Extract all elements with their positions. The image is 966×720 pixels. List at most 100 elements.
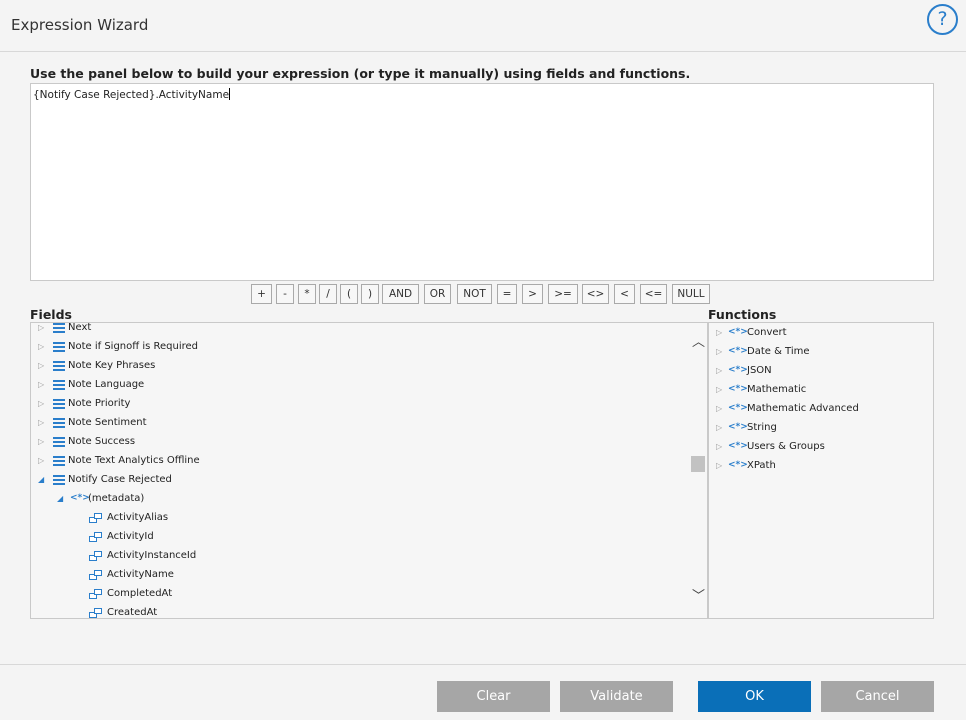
operator-greater-button[interactable]: > (522, 284, 543, 304)
tree-item-activity-instance-id[interactable]: ActivityInstanceId (31, 548, 691, 567)
scrollbar-thumb[interactable] (691, 456, 705, 472)
operator-multiply-button[interactable]: * (298, 284, 316, 304)
tree-item-activity-id[interactable]: ActivityId (31, 529, 691, 548)
collapse-arrow-icon[interactable]: ◢ (57, 494, 63, 503)
function-category-json[interactable]: ▷ <*> JSON (709, 363, 929, 382)
tree-item-label: Next (68, 322, 92, 333)
operator-minus-button[interactable]: - (276, 284, 294, 304)
expand-arrow-icon[interactable]: ▷ (716, 347, 722, 356)
tree-item-created-at[interactable]: CreatedAt (31, 605, 691, 618)
field-icon (89, 570, 104, 581)
list-icon (53, 380, 65, 391)
tree-item-label: Note Language (68, 379, 145, 390)
window-title: Expression Wizard (11, 16, 149, 34)
expand-arrow-icon[interactable]: ▷ (38, 361, 44, 370)
operator-not-button[interactable]: NOT (457, 284, 492, 304)
code-icon: <*> (728, 422, 748, 432)
tree-item-label: (metadata) (88, 493, 145, 504)
tree-item-label: Notify Case Rejected (68, 474, 172, 485)
tree-item-note-key-phrases[interactable]: ▷ Note Key Phrases (31, 358, 691, 377)
expand-arrow-icon[interactable]: ▷ (716, 442, 722, 451)
list-icon (53, 475, 65, 486)
function-category-xpath[interactable]: ▷ <*> XPath (709, 458, 929, 477)
tree-item-label: ActivityId (107, 531, 154, 542)
expand-arrow-icon[interactable]: ▷ (38, 380, 44, 389)
validate-button[interactable]: Validate (560, 681, 673, 712)
expression-editor[interactable]: {Notify Case Rejected}.ActivityName (30, 83, 934, 281)
tree-item-note-priority[interactable]: ▷ Note Priority (31, 396, 691, 415)
tree-item-label: CreatedAt (107, 607, 158, 618)
expand-arrow-icon[interactable]: ▷ (38, 456, 44, 465)
function-category-string[interactable]: ▷ <*> String (709, 420, 929, 439)
expand-arrow-icon[interactable]: ▷ (716, 385, 722, 394)
fields-tree[interactable]: ▷ Next ▷ Note if Signoff is Required ▷ N… (30, 322, 708, 619)
function-category-label: Users & Groups (747, 441, 825, 452)
title-bar: Expression Wizard ? (0, 0, 966, 52)
tree-item-note-sentiment[interactable]: ▷ Note Sentiment (31, 415, 691, 434)
expand-arrow-icon[interactable]: ▷ (716, 328, 722, 337)
function-category-users-groups[interactable]: ▷ <*> Users & Groups (709, 439, 929, 458)
field-icon (89, 513, 104, 524)
code-icon: <*> (728, 384, 748, 394)
list-icon (53, 342, 65, 353)
operator-divide-button[interactable]: / (319, 284, 337, 304)
collapse-arrow-icon[interactable]: ◢ (38, 475, 44, 484)
expand-arrow-icon[interactable]: ▷ (716, 461, 722, 470)
tree-item-note-signoff[interactable]: ▷ Note if Signoff is Required (31, 339, 691, 358)
expand-arrow-icon[interactable]: ▷ (38, 342, 44, 351)
expand-arrow-icon[interactable]: ▷ (38, 418, 44, 427)
instructions-text: Use the panel below to build your expres… (30, 66, 691, 81)
operator-null-button[interactable]: NULL (672, 284, 710, 304)
functions-tree[interactable]: ▷ <*> Convert ▷ <*> Date & Time ▷ <*> JS… (708, 322, 934, 619)
code-icon: <*> (728, 346, 748, 356)
tree-item-activity-alias[interactable]: ActivityAlias (31, 510, 691, 529)
expand-arrow-icon[interactable]: ▷ (716, 404, 722, 413)
list-icon (53, 456, 65, 467)
chevron-up-icon[interactable]: ︿ (690, 334, 707, 351)
operator-less-equal-button[interactable]: <= (640, 284, 667, 304)
function-category-convert[interactable]: ▷ <*> Convert (709, 325, 929, 344)
text-caret (229, 88, 231, 100)
help-icon[interactable]: ? (927, 4, 958, 35)
expand-arrow-icon[interactable]: ▷ (716, 423, 722, 432)
operator-plus-button[interactable]: + (251, 284, 272, 304)
tree-item-note-language[interactable]: ▷ Note Language (31, 377, 691, 396)
tree-item-label: ActivityInstanceId (107, 550, 197, 561)
tree-item-completed-at[interactable]: CompletedAt (31, 586, 691, 605)
operator-close-paren-button[interactable]: ) (361, 284, 379, 304)
expand-arrow-icon[interactable]: ▷ (716, 366, 722, 375)
operator-less-button[interactable]: < (614, 284, 635, 304)
tree-item-notify-case-rejected[interactable]: ◢ Notify Case Rejected (31, 472, 691, 491)
ok-button[interactable]: OK (698, 681, 811, 712)
tree-item-note-text-analytics[interactable]: ▷ Note Text Analytics Offline (31, 453, 691, 472)
function-category-label: Mathematic (747, 384, 807, 395)
expand-arrow-icon[interactable]: ▷ (38, 437, 44, 446)
function-category-mathematic-advanced[interactable]: ▷ <*> Mathematic Advanced (709, 401, 929, 420)
field-icon (89, 589, 104, 600)
tree-item-note-success[interactable]: ▷ Note Success (31, 434, 691, 453)
cancel-button[interactable]: Cancel (821, 681, 934, 712)
operator-greater-equal-button[interactable]: >= (548, 284, 578, 304)
tree-item-activity-name[interactable]: ActivityName (31, 567, 691, 586)
operator-or-button[interactable]: OR (424, 284, 451, 304)
operator-not-equal-button[interactable]: <> (582, 284, 609, 304)
chevron-down-icon[interactable]: ﹀ (690, 588, 707, 605)
expand-arrow-icon[interactable]: ▷ (38, 323, 44, 332)
expand-arrow-icon[interactable]: ▷ (38, 399, 44, 408)
fields-scrollbar[interactable]: ︿ ﹀ (690, 322, 707, 618)
list-icon (53, 399, 65, 410)
operator-equals-button[interactable]: = (497, 284, 517, 304)
operator-open-paren-button[interactable]: ( (340, 284, 358, 304)
operator-and-button[interactable]: AND (382, 284, 419, 304)
code-icon: <*> (70, 493, 90, 503)
clear-button[interactable]: Clear (437, 681, 550, 712)
function-category-label: JSON (747, 365, 772, 376)
field-icon (89, 608, 104, 618)
tree-item-metadata[interactable]: ◢ <*> (metadata) (31, 491, 691, 510)
tree-item-label: Note Priority (68, 398, 131, 409)
function-category-date-time[interactable]: ▷ <*> Date & Time (709, 344, 929, 363)
function-category-mathematic[interactable]: ▷ <*> Mathematic (709, 382, 929, 401)
field-icon (89, 532, 104, 543)
tree-item-next[interactable]: ▷ Next (31, 322, 691, 339)
tree-item-label: CompletedAt (107, 588, 173, 599)
